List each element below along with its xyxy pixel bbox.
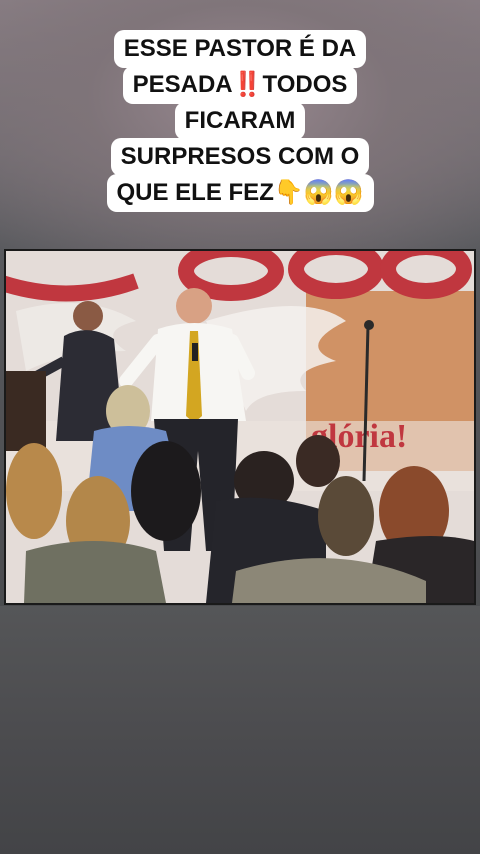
caption-line-4: SURPRESOS COM O [110,138,370,176]
podium [6,371,46,451]
video-scene: glória! [6,251,474,603]
caption-line-5: QUE ELE FEZ👇😱😱 [106,174,374,212]
blurred-background-bottom [0,606,480,854]
video-caption: ESSE PASTOR É DA PESADA‼️TODOS FICARAM S… [0,30,480,212]
caption-line-2: PESADA‼️TODOS [122,66,358,104]
handheld-mic [192,343,198,361]
video-frame[interactable]: glória! [4,249,476,605]
caption-line-3: FICARAM [174,102,306,140]
mic-stand-head [364,320,374,330]
caption-line-1: ESSE PASTOR É DA [113,30,367,68]
